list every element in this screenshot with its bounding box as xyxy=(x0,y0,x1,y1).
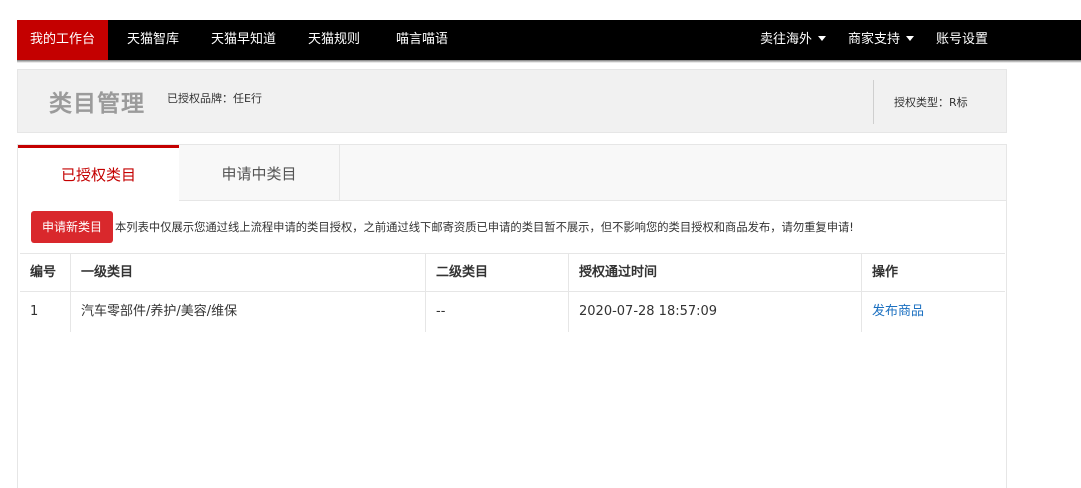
nav-sell-overseas[interactable]: 卖往海外 xyxy=(760,20,827,60)
column-header-action: 操作 xyxy=(861,254,1005,292)
chevron-down-icon xyxy=(906,36,915,41)
nav-tmall-early-know[interactable]: 天猫早知道 xyxy=(211,20,276,60)
tab-pending-categories[interactable]: 申请中类目 xyxy=(179,145,340,201)
publish-product-link[interactable]: 发布商品 xyxy=(872,304,924,319)
nav-miao-yan[interactable]: 喵言喵语 xyxy=(396,20,448,60)
chevron-down-icon xyxy=(818,36,827,41)
nav-my-workbench[interactable]: 我的工作台 xyxy=(17,20,109,60)
authorized-brand-label: 已授权品牌：任E行 xyxy=(167,92,262,105)
apply-new-category-button[interactable]: 申请新类目 xyxy=(31,211,113,243)
nav-tmall-rules[interactable]: 天猫规则 xyxy=(308,20,360,60)
nav-merchant-support-label: 商家支持 xyxy=(848,32,901,47)
page-title: 类目管理 xyxy=(49,91,145,117)
tab-authorized-categories[interactable]: 已授权类目 xyxy=(18,145,179,202)
row-level2-category: -- xyxy=(425,292,568,332)
tab-bar: 已授权类目 申请中类目 xyxy=(18,145,1006,202)
row-approval-time: 2020-07-28 18:57:09 xyxy=(568,292,861,332)
nav-sell-overseas-label: 卖往海外 xyxy=(760,32,813,47)
column-header-level1: 一级类目 xyxy=(70,254,425,292)
table-row: 1 汽车零部件/养护/美容/维保 -- 2020-07-28 18:57:09 … xyxy=(20,291,1005,332)
nav-tmall-think-tank[interactable]: 天猫智库 xyxy=(127,20,179,60)
authorization-type-label: 授权类型：R标 xyxy=(894,96,968,109)
nav-merchant-support[interactable]: 商家支持 xyxy=(848,20,915,60)
category-panel: 已授权类目 申请中类目 申请新类目 本列表中仅展示您通过线上流程申请的类目授权，… xyxy=(17,144,1007,488)
nav-account-settings[interactable]: 账号设置 xyxy=(936,20,988,60)
top-nav-bar: 我的工作台 天猫智库 天猫早知道 天猫规则 喵言喵语 卖往海外 商家支持 账号设… xyxy=(17,20,1081,63)
divider xyxy=(873,80,874,124)
notice-text: 本列表中仅展示您通过线上流程申请的类目授权，之前通过线下邮寄资质已申请的类目暂不… xyxy=(115,221,854,234)
column-header-level2: 二级类目 xyxy=(425,254,568,292)
column-header-id: 编号 xyxy=(30,265,57,280)
table-header-row: 编号 一级类目 二级类目 授权通过时间 操作 xyxy=(20,253,1005,292)
category-table: 编号 一级类目 二级类目 授权通过时间 操作 1 汽车零部件/养护/美容/维保 … xyxy=(20,253,1005,332)
row-level1-category: 汽车零部件/养护/美容/维保 xyxy=(70,292,425,332)
page-header: 类目管理 已授权品牌：任E行 授权类型：R标 xyxy=(17,69,1007,133)
row-action-cell: 发布商品 xyxy=(861,292,1005,332)
row-id: 1 xyxy=(30,304,39,319)
column-header-approval-time: 授权通过时间 xyxy=(568,254,861,292)
